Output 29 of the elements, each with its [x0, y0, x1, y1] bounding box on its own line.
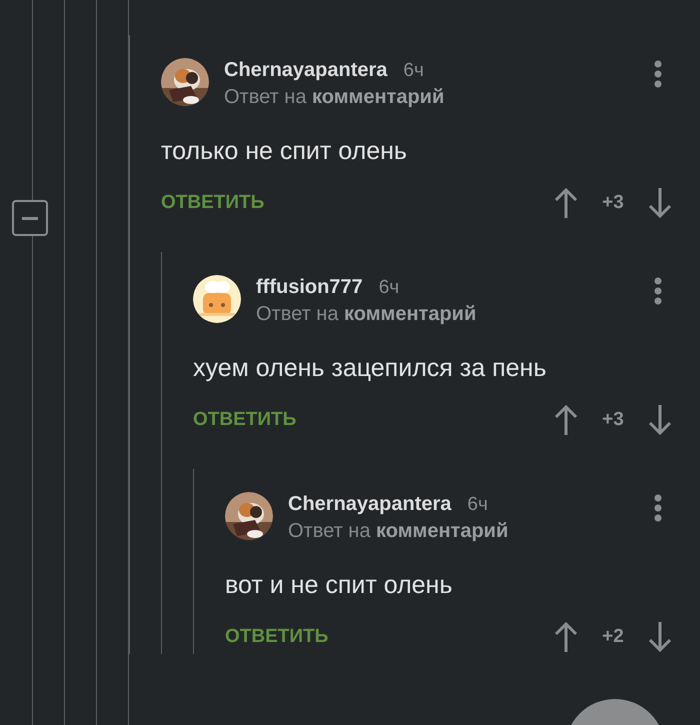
- author-name[interactable]: Chernayapantera: [288, 493, 452, 516]
- comment-time: 6ч: [403, 60, 424, 82]
- rating-score: +3: [601, 192, 625, 214]
- reply-info: Ответ на комментарий: [288, 520, 510, 543]
- rating-score: +2: [601, 626, 625, 648]
- reply-button[interactable]: ОТВЕТИТЬ: [161, 192, 264, 214]
- author-name[interactable]: fffusion777: [256, 276, 363, 299]
- comment-text: вот и не спит олень: [225, 571, 454, 600]
- comment-time: 6ч: [378, 277, 400, 299]
- reply-info: Ответ на комментарий: [256, 303, 478, 326]
- comment-text: только не спит олень: [161, 137, 408, 166]
- collapse-button[interactable]: [12, 200, 48, 236]
- downvote-icon[interactable]: [648, 187, 672, 219]
- reply-button[interactable]: ОТВЕТИТЬ: [225, 626, 328, 648]
- reply-button[interactable]: ОТВЕТИТЬ: [193, 409, 296, 431]
- more-icon[interactable]: [654, 60, 662, 88]
- comment-time: 6ч: [467, 494, 488, 516]
- upvote-icon[interactable]: [554, 404, 578, 436]
- reply-info: Ответ на комментарий: [224, 86, 446, 109]
- rating-score: +3: [601, 409, 625, 431]
- minus-icon: [22, 216, 38, 220]
- downvote-icon[interactable]: [648, 404, 672, 436]
- comment-text: хуем олень зацепился за пень: [193, 354, 548, 383]
- author-name[interactable]: Chernayapantera: [224, 59, 388, 82]
- upvote-icon[interactable]: [554, 187, 578, 219]
- more-icon[interactable]: [654, 494, 662, 522]
- upvote-icon[interactable]: [554, 621, 578, 653]
- more-icon[interactable]: [654, 277, 662, 305]
- downvote-icon[interactable]: [648, 621, 672, 653]
